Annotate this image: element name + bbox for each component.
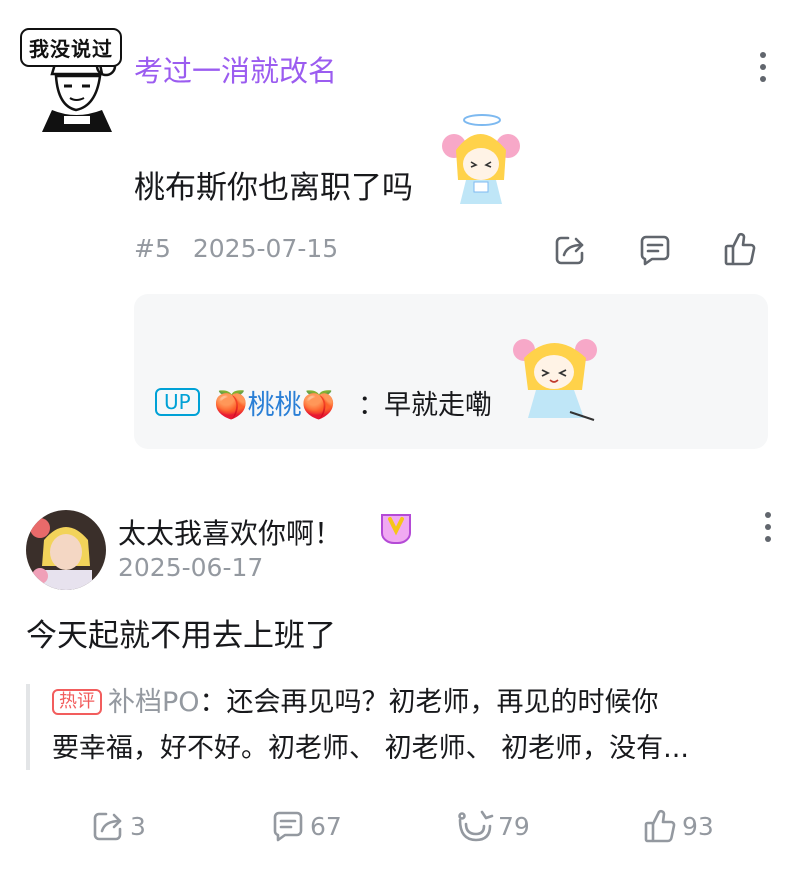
sub-reply-box[interactable]: [134, 294, 768, 449]
charge-icon: [458, 810, 494, 842]
charge-button[interactable]: 79: [456, 806, 530, 846]
reply-icon[interactable]: [637, 232, 673, 268]
comment-text: 桃布斯你也离职了吗: [134, 170, 413, 206]
username[interactable]: 太太我喜欢你啊！: [118, 512, 342, 552]
share-icon[interactable]: [552, 232, 588, 268]
comment-date: 2025-06-17: [118, 553, 264, 582]
reply-colon: ：: [358, 390, 385, 421]
avatar[interactable]: [26, 510, 106, 590]
hot-username: 补档PO: [108, 687, 200, 718]
share-icon: [93, 812, 122, 841]
more-icon[interactable]: [758, 52, 768, 88]
avatar[interactable]: 我没说过: [18, 24, 130, 134]
more-icon[interactable]: [763, 512, 773, 548]
hot-text-line2[interactable]: 要幸福，好不好。初老师、 初老师、 初老师，没有...: [52, 730, 689, 768]
hot-comment-preview[interactable]: 热评 补档PO：还会再见吗？初老师，再见的时候你: [52, 684, 659, 722]
hot-text-line1: ：还会再见吗？初老师，再见的时候你: [199, 687, 659, 718]
like-icon: [644, 809, 676, 843]
like-icon[interactable]: [722, 230, 758, 266]
floor-number: #5: [134, 234, 171, 263]
reply-text: 早就走嘞: [384, 390, 492, 421]
hot-comment-bar: [26, 684, 30, 770]
like-count: 93: [682, 811, 714, 841]
comment-date: 2025-07-15: [192, 234, 339, 263]
sticker-image: [436, 110, 524, 206]
reply-icon: [273, 811, 303, 842]
crying-girl-sticker-icon: [513, 339, 597, 421]
username[interactable]: 考过一消就改名: [134, 48, 337, 90]
fan-badge-icon[interactable]: [378, 511, 414, 545]
reply-count: 67: [310, 811, 342, 841]
share-count: 3: [130, 811, 146, 841]
avatar-badge: 我没说过: [20, 28, 122, 67]
comment-text: 今天起就不用去上班了: [26, 618, 336, 654]
user-photo-avatar-icon: [26, 510, 106, 590]
anime-girl-sticker-icon: [442, 114, 520, 204]
comment-meta: #5 2025-07-15: [134, 234, 338, 263]
reply-button[interactable]: 67: [270, 806, 342, 846]
sticker-image: [510, 328, 600, 426]
charge-count: 79: [498, 811, 530, 841]
up-badge: UP: [155, 388, 200, 416]
like-button[interactable]: 93: [642, 806, 714, 846]
share-button[interactable]: 3: [90, 806, 146, 846]
reply-username[interactable]: 🍑桃桃🍑: [214, 383, 335, 422]
hot-badge: 热评: [52, 689, 102, 715]
